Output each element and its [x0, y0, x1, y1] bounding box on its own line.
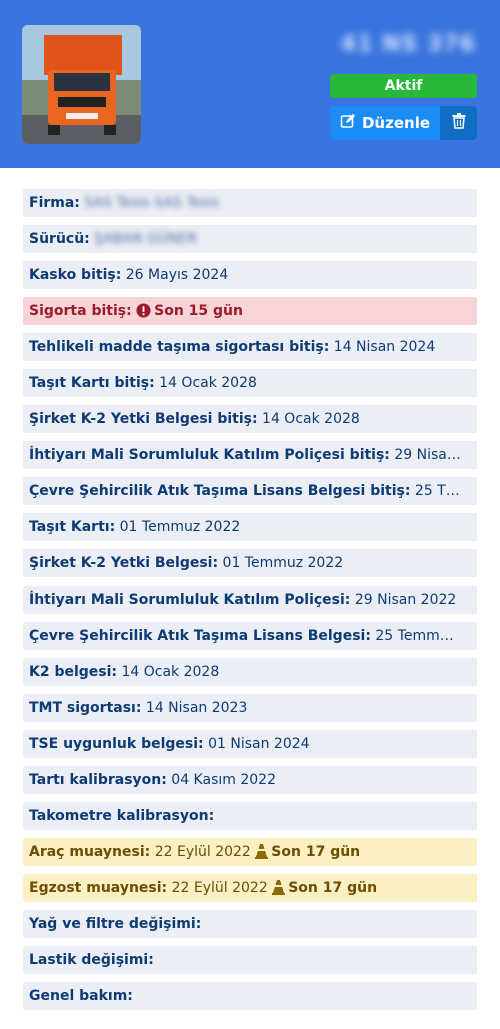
surucu-row: Sürücü: ŞABAN GÜNER: [23, 225, 477, 254]
row-value: 29 Nisan 2022: [354, 591, 457, 608]
row-label: Genel bakım:: [29, 988, 133, 1005]
row-label: Lastik değişimi:: [29, 951, 154, 968]
genel-bakim-row: Genel bakım:: [23, 982, 477, 1011]
row-value: 01 Nisan 2024: [208, 735, 310, 752]
row-value: 14 Ocak 2028: [159, 375, 257, 392]
row-value: Son 15 gün: [154, 303, 243, 320]
row-label: İhtiyarı Mali Sorumluluk Katılım Poliçes…: [29, 447, 390, 464]
k2-yetki-bitis-row: Şirket K-2 Yetki Belgesi bitiş: 14 Ocak …: [23, 405, 477, 434]
row-value: 25 Temm…: [375, 627, 454, 644]
takometre-kalibrasyon-row: Takometre kalibrasyon:: [23, 801, 477, 830]
arac-muayenesi-row: Araç muaynesi: 22 Eylül 2022 Son 17 gün: [23, 837, 477, 866]
row-label: Çevre Şehircilik Atık Taşıma Lisans Belg…: [29, 627, 371, 644]
row-value: 14 Nisan 2023: [145, 699, 248, 716]
row-value: 01 Temmuz 2022: [119, 519, 241, 536]
row-value: ŞABAN GÜNER: [94, 231, 198, 248]
tarti-kalibrasyon-row: Tartı kalibrasyon: 04 Kasım 2022: [23, 765, 477, 794]
edit-icon: [340, 113, 356, 133]
row-value: SAS Tesis SAS Tesis: [84, 195, 220, 211]
tse-uygunluk-row: TSE uygunluk belgesi: 01 Nisan 2024: [23, 729, 477, 758]
tasit-karti-bitis-row: Taşıt Kartı bitiş: 14 Ocak 2028: [23, 369, 477, 398]
kasko-row: Kasko bitiş: 26 Mayıs 2024: [23, 261, 477, 290]
status-badge: Aktif: [330, 74, 477, 98]
row-label: Kasko bitiş:: [29, 267, 122, 284]
row-badge: Son 17 gün: [271, 843, 361, 860]
row-label: Sigorta bitiş:: [29, 303, 132, 320]
vehicle-details-list: Firma: SAS Tesis SAS Tesis Sürücü: ŞABAN…: [23, 189, 477, 1018]
row-value: 14 Nisan 2024: [333, 339, 436, 356]
row-label: Firma:: [29, 195, 80, 211]
yag-filtre-row: Yağ ve filtre değişimi:: [23, 909, 477, 938]
edit-button[interactable]: Düzenle: [330, 106, 440, 140]
row-value: 29 Nisa…: [394, 447, 461, 464]
row-label: Egzost muaynesi:: [29, 879, 168, 896]
tmt-sigortasi-row: TMT sigortası: 14 Nisan 2023: [23, 693, 477, 722]
traffic-cone-icon: [272, 877, 286, 902]
sigorta-row: Sigorta bitiş: Son 15 gün: [23, 297, 477, 326]
row-label: TMT sigortası:: [29, 699, 142, 716]
row-badge: Son 17 gün: [288, 879, 378, 896]
row-value: 22 Eylül 2022: [171, 879, 268, 896]
vehicle-header: 41 NS 376 Aktif Düzenle: [0, 0, 500, 168]
row-value: 04 Kasım 2022: [171, 771, 276, 788]
ihtiyari-mali-bitis-row: İhtiyarı Mali Sorumluluk Katılım Poliçes…: [23, 441, 477, 470]
row-label: Şirket K-2 Yetki Belgesi bitiş:: [29, 411, 258, 428]
lastik-degisimi-row: Lastik değişimi:: [23, 945, 477, 974]
row-label: Takometre kalibrasyon:: [29, 807, 215, 824]
trash-icon: [452, 113, 466, 133]
row-label: Çevre Şehircilik Atık Taşıma Lisans Belg…: [29, 483, 411, 500]
row-label: Taşıt Kartı bitiş:: [29, 375, 155, 392]
ihtiyari-mali-row: İhtiyarı Mali Sorumluluk Katılım Poliçes…: [23, 585, 477, 614]
row-value: 26 Mayıs 2024: [125, 267, 229, 284]
row-label: TSE uygunluk belgesi:: [29, 735, 204, 752]
alert-icon: [136, 300, 151, 325]
row-value: 01 Temmuz 2022: [222, 555, 344, 572]
egzoz-muayenesi-row: Egzost muaynesi: 22 Eylül 2022 Son 17 gü…: [23, 873, 477, 902]
delete-button[interactable]: [440, 106, 477, 140]
row-value: 14 Ocak 2028: [121, 663, 220, 680]
row-label: K2 belgesi:: [29, 663, 118, 680]
row-label: İhtiyarı Mali Sorumluluk Katılım Poliçes…: [29, 591, 351, 608]
vehicle-plate: 41 NS 376: [340, 32, 476, 57]
edit-button-label: Düzenle: [361, 114, 431, 132]
row-label: Tehlikeli madde taşıma sigortası bitiş:: [29, 339, 330, 356]
cevre-lisans-row: Çevre Şehircilik Atık Taşıma Lisans Belg…: [23, 621, 477, 650]
tehlikeli-madde-row: Tehlikeli madde taşıma sigortası bitiş: …: [23, 333, 477, 362]
row-value: 22 Eylül 2022: [154, 843, 251, 860]
row-label: Sürücü:: [29, 231, 90, 248]
row-value: 25 T…: [414, 483, 460, 500]
row-label: Yağ ve filtre değişimi:: [29, 915, 202, 932]
traffic-cone-icon: [255, 841, 269, 866]
k2-belgesi-row: K2 belgesi: 14 Ocak 2028: [23, 657, 477, 686]
tasit-karti-row: Taşıt Kartı: 01 Temmuz 2022: [23, 513, 477, 542]
firma-row: Firma: SAS Tesis SAS Tesis: [23, 189, 477, 217]
cevre-lisans-bitis-row: Çevre Şehircilik Atık Taşıma Lisans Belg…: [23, 477, 477, 506]
row-label: Taşıt Kartı:: [29, 519, 116, 536]
row-label: Şirket K-2 Yetki Belgesi:: [29, 555, 219, 572]
row-label: Tartı kalibrasyon:: [29, 771, 167, 788]
vehicle-photo: [22, 25, 141, 144]
k2-yetki-row: Şirket K-2 Yetki Belgesi: 01 Temmuz 2022: [23, 549, 477, 578]
row-label: Araç muaynesi:: [29, 843, 151, 860]
row-value: 14 Ocak 2028: [262, 411, 360, 428]
